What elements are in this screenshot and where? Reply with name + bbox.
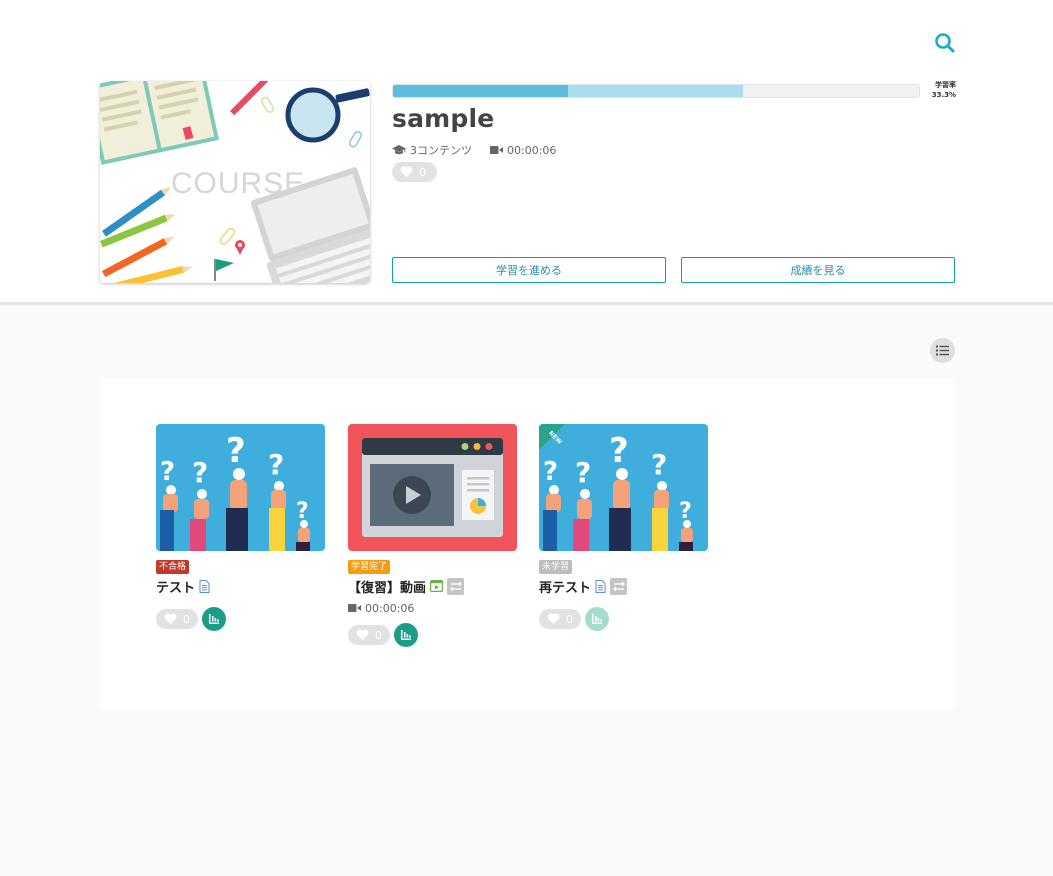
course-like-button[interactable]: 0 <box>392 162 437 182</box>
progress-completed <box>393 85 569 97</box>
svg-text:?: ? <box>226 431 246 471</box>
document-icon <box>199 579 210 593</box>
content-like-count: 0 <box>183 612 190 626</box>
content-card-test: ? ? ? ? ? 不合格 テスト 0 <box>156 424 326 631</box>
svg-text:?: ? <box>543 457 558 487</box>
list-view-toggle[interactable] <box>930 338 955 363</box>
content-actions: 0 <box>348 623 518 647</box>
course-thumbnail: COURSE <box>100 81 370 283</box>
content-card-retest: ? ? ? ? ? NEW 未学習 再テスト 0 <box>539 424 709 631</box>
content-thumbnail[interactable] <box>348 424 517 551</box>
repeat-icon <box>447 577 465 595</box>
content-title[interactable]: 再テスト <box>539 577 591 596</box>
view-results-button[interactable]: 成績を見る <box>681 257 955 283</box>
search-button[interactable] <box>932 30 958 56</box>
status-badge: 学習完了 <box>348 560 391 574</box>
content-title-row: テスト <box>156 577 326 596</box>
heart-icon <box>547 613 560 624</box>
heart-icon <box>356 629 369 640</box>
grade-results-button[interactable] <box>585 607 609 631</box>
bar-chart-icon <box>401 630 411 640</box>
content-title[interactable]: 【復習】動画 <box>348 577 426 596</box>
video-icon <box>430 580 444 592</box>
grade-results-button[interactable] <box>394 623 418 647</box>
content-like-button[interactable]: 0 <box>156 609 198 629</box>
svg-text:?: ? <box>160 457 175 487</box>
progress-in-progress <box>568 85 744 97</box>
list-icon <box>936 345 949 356</box>
content-meta: 00:00:06 <box>348 601 518 615</box>
svg-text:?: ? <box>679 499 692 524</box>
bar-chart-icon <box>592 614 602 624</box>
heart-icon <box>400 166 413 177</box>
content-card-review-video: 学習完了 【復習】動画 00:00:06 0 <box>348 424 518 647</box>
content-actions: 0 <box>156 607 326 631</box>
content-like-count: 0 <box>375 628 382 642</box>
svg-text:?: ? <box>192 456 208 489</box>
course-duration: 00:00:06 <box>507 143 557 157</box>
svg-text:?: ? <box>609 431 629 471</box>
video-camera-icon <box>490 146 503 154</box>
document-icon <box>595 579 606 593</box>
course-title: sample <box>392 104 495 133</box>
graduation-cap-icon <box>392 145 406 155</box>
content-actions: 0 <box>539 607 709 631</box>
learning-progress-bar <box>392 84 920 98</box>
repeat-icon <box>610 577 628 595</box>
contents-count: 3コンテンツ <box>410 144 472 157</box>
progress-label-title: 学習率 <box>935 81 956 89</box>
contents-panel: ? ? ? ? ? 不合格 テスト 0 学習完了 【復習】動画 00:00:06… <box>100 379 955 710</box>
bar-chart-icon <box>209 614 219 624</box>
progress-label: 学習率 33.3% <box>924 80 956 100</box>
search-icon <box>935 33 955 53</box>
svg-text:?: ? <box>651 448 667 481</box>
status-badge: 未学習 <box>539 560 573 574</box>
content-title-row: 【復習】動画 <box>348 577 518 596</box>
content-like-button[interactable]: 0 <box>539 609 581 629</box>
course-header: COURSE 学習率 33.3% sample 3コンテンツ 00:00:06 … <box>0 0 1053 305</box>
course-meta: 3コンテンツ 00:00:06 <box>392 142 556 158</box>
content-title-row: 再テスト <box>539 577 709 596</box>
video-camera-icon <box>348 604 361 612</box>
content-thumbnail[interactable]: ? ? ? ? ? <box>156 424 325 551</box>
course-like-count: 0 <box>419 165 426 179</box>
grade-results-button[interactable] <box>202 607 226 631</box>
svg-text:?: ? <box>268 448 284 481</box>
svg-text:?: ? <box>296 499 309 524</box>
status-badge: 不合格 <box>156 560 190 574</box>
content-duration: 00:00:06 <box>365 601 415 615</box>
continue-learning-button[interactable]: 学習を進める <box>392 257 666 283</box>
content-like-count: 0 <box>566 612 573 626</box>
content-thumbnail[interactable]: ? ? ? ? ? <box>539 424 708 551</box>
progress-label-value: 33.3% <box>931 91 956 99</box>
heart-icon <box>164 613 177 624</box>
svg-text:?: ? <box>575 456 591 489</box>
content-title[interactable]: テスト <box>156 577 195 596</box>
content-like-button[interactable]: 0 <box>348 625 390 645</box>
